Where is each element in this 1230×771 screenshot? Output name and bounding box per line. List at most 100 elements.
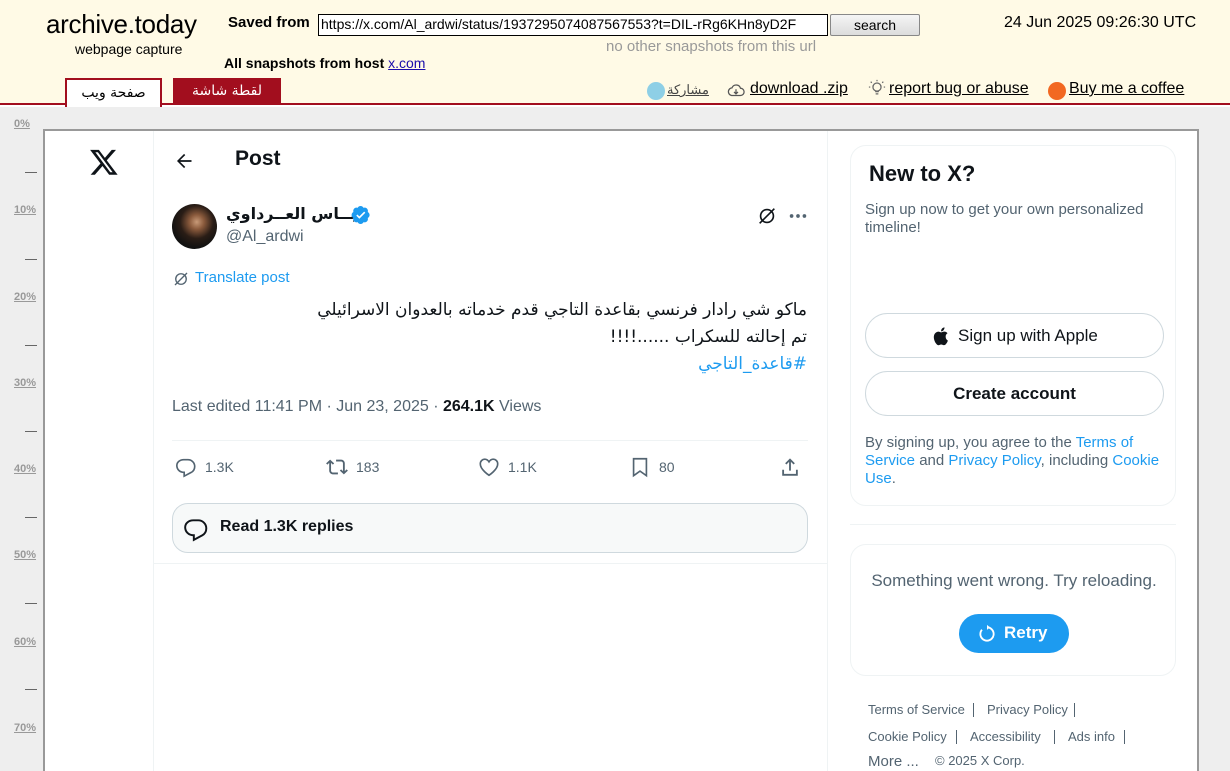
all-snapshots-row: All snapshots from host x.com [224, 55, 425, 71]
footer-privacy-link[interactable]: Privacy Policy [987, 702, 1068, 717]
author-handle[interactable]: @Al_ardwi [226, 228, 304, 246]
tweet-meta: Last edited 11:41 PM · Jun 23, 2025 · 26… [172, 398, 541, 416]
x-main-column: Post عبــاس العــرداوي @Al_ardwi Transla… [154, 131, 828, 771]
host-link[interactable]: x.com [388, 55, 425, 71]
footer-separator [973, 703, 974, 717]
read-replies-button[interactable]: Read 1.3K replies [172, 503, 808, 553]
read-replies-label: Read 1.3K replies [220, 518, 354, 535]
refresh-icon [979, 624, 995, 642]
ruler-label[interactable]: 10% [14, 204, 36, 216]
like-button[interactable]: 1.1K [478, 454, 537, 480]
footer-terms-link[interactable]: Terms of Service [868, 702, 965, 717]
reply-icon [176, 458, 196, 478]
grok-icon[interactable] [756, 205, 778, 227]
x-page: Post عبــاس العــرداوي @Al_ardwi Transla… [45, 131, 1198, 771]
url-input[interactable]: https://x.com/Al_ardwi/status/1937295074… [318, 14, 828, 36]
heart-icon [479, 458, 499, 477]
repost-count: 183 [356, 459, 380, 475]
footer-separator [1074, 703, 1075, 717]
error-message: Something went wrong. Try reloading. [871, 571, 1157, 590]
back-arrow-icon[interactable] [174, 151, 194, 171]
search-button[interactable]: search [830, 14, 920, 36]
tweet-actions: 1.3K 183 1.1K 80 [172, 454, 808, 480]
signup-title: New to X? [869, 161, 976, 186]
ruler-tick [25, 689, 37, 690]
retry-button[interactable]: Retry [959, 614, 1069, 653]
frame-gutter-top [44, 107, 1230, 130]
tweet-line: تم إحالته للسكراب ......!!!! [609, 327, 807, 347]
repost-button[interactable]: 183 [326, 454, 379, 480]
repost-icon [326, 459, 348, 475]
translate-post-link[interactable]: Translate post [195, 269, 290, 286]
legal-prefix: By signing up, you agree to the [865, 434, 1076, 451]
ruler-label[interactable]: 60% [14, 636, 36, 648]
ruler-label[interactable]: 50% [14, 549, 36, 561]
lightbulb-icon [868, 79, 886, 95]
scroll-ruler: 0% 10% 20% 30% 40% 50% 60% 70% [0, 107, 44, 771]
report-bug-link[interactable]: report bug or abuse [889, 80, 1029, 98]
share-link[interactable]: مشاركة [667, 82, 709, 98]
divider [172, 440, 808, 441]
ruler-label[interactable]: 30% [14, 377, 36, 389]
footer-cookie-link[interactable]: Cookie Policy [868, 729, 947, 744]
ruler-label[interactable]: 40% [14, 463, 36, 475]
bookmark-button[interactable]: 80 [629, 454, 675, 480]
ruler-tick [25, 172, 37, 173]
x-logo-icon[interactable] [89, 147, 119, 177]
footer-separator [956, 730, 957, 744]
legal-text: By signing up, you agree to the Terms of… [865, 434, 1165, 488]
frame-gutter-right [1198, 107, 1230, 771]
signup-subtitle: Sign up now to get your own personalized… [865, 201, 1144, 236]
signup-apple-button[interactable]: Sign up with Apple [865, 313, 1164, 358]
legal-end: . [891, 470, 896, 487]
page-title: Post [235, 147, 281, 170]
views-label: Views [494, 398, 542, 415]
tab-screenshot[interactable]: لقطة شاشة [173, 78, 281, 105]
divider [850, 524, 1176, 525]
footer-more-link[interactable]: More ... [868, 753, 919, 770]
retry-label: Retry [1004, 623, 1048, 642]
divider [154, 563, 828, 564]
hashtag-link[interactable]: #قاعدة_التاجي [207, 351, 807, 378]
error-card: Something went wrong. Try reloading. Ret… [850, 544, 1176, 676]
saved-from-label: Saved from [228, 14, 310, 31]
download-zip-link[interactable]: download .zip [750, 80, 848, 98]
monero-icon [1048, 82, 1066, 100]
ruler-label[interactable]: 20% [14, 291, 36, 303]
signup-card: New to X? Sign up now to get your own pe… [850, 145, 1176, 506]
apple-icon [933, 327, 948, 346]
verified-badge-icon [351, 206, 370, 224]
legal-including: , including [1040, 452, 1113, 469]
ruler-label[interactable]: 70% [14, 722, 36, 734]
x-sidebar: New to X? Sign up now to get your own pe… [828, 131, 1198, 771]
privacy-link[interactable]: Privacy Policy [948, 452, 1040, 469]
share-button[interactable] [779, 454, 801, 480]
cloud-download-icon [727, 84, 745, 97]
footer-separator [1054, 730, 1055, 744]
author-avatar[interactable] [172, 204, 217, 249]
ruler-label[interactable]: 0% [14, 118, 30, 130]
archive-logo-title[interactable]: archive.today [46, 9, 197, 40]
buy-coffee-link[interactable]: Buy me a coffee [1069, 80, 1184, 98]
ruler-tick [25, 259, 37, 260]
create-account-button[interactable]: Create account [865, 371, 1164, 416]
bookmark-icon [632, 457, 648, 478]
more-options-icon[interactable] [787, 205, 809, 227]
share-icon[interactable] [647, 82, 665, 100]
footer-accessibility-link[interactable]: Accessibility [970, 729, 1041, 744]
author-display-name[interactable]: عبــاس العــرداوي [226, 204, 368, 223]
tab-webpage[interactable]: صفحة ويب [65, 78, 162, 107]
edited-timestamp[interactable]: Last edited 11:41 PM · Jun 23, 2025 · [172, 398, 443, 415]
ruler-tick [25, 517, 37, 518]
footer-ads-link[interactable]: Ads info [1068, 729, 1115, 744]
capture-date: 24 Jun 2025 09:26:30 UTC [1004, 14, 1197, 31]
reply-button[interactable]: 1.3K [175, 454, 234, 480]
legal-and: and [915, 452, 949, 469]
ruler-tick [25, 345, 37, 346]
tweet-line: ماكو شي رادار فرنسي بقاعدة التاجي قدم خد… [317, 300, 807, 320]
footer-separator [1124, 730, 1125, 744]
signup-apple-label: Sign up with Apple [958, 326, 1098, 345]
archive-logo-subtitle: webpage capture [75, 41, 183, 57]
like-count: 1.1K [508, 459, 537, 475]
ruler-tick [25, 603, 37, 604]
